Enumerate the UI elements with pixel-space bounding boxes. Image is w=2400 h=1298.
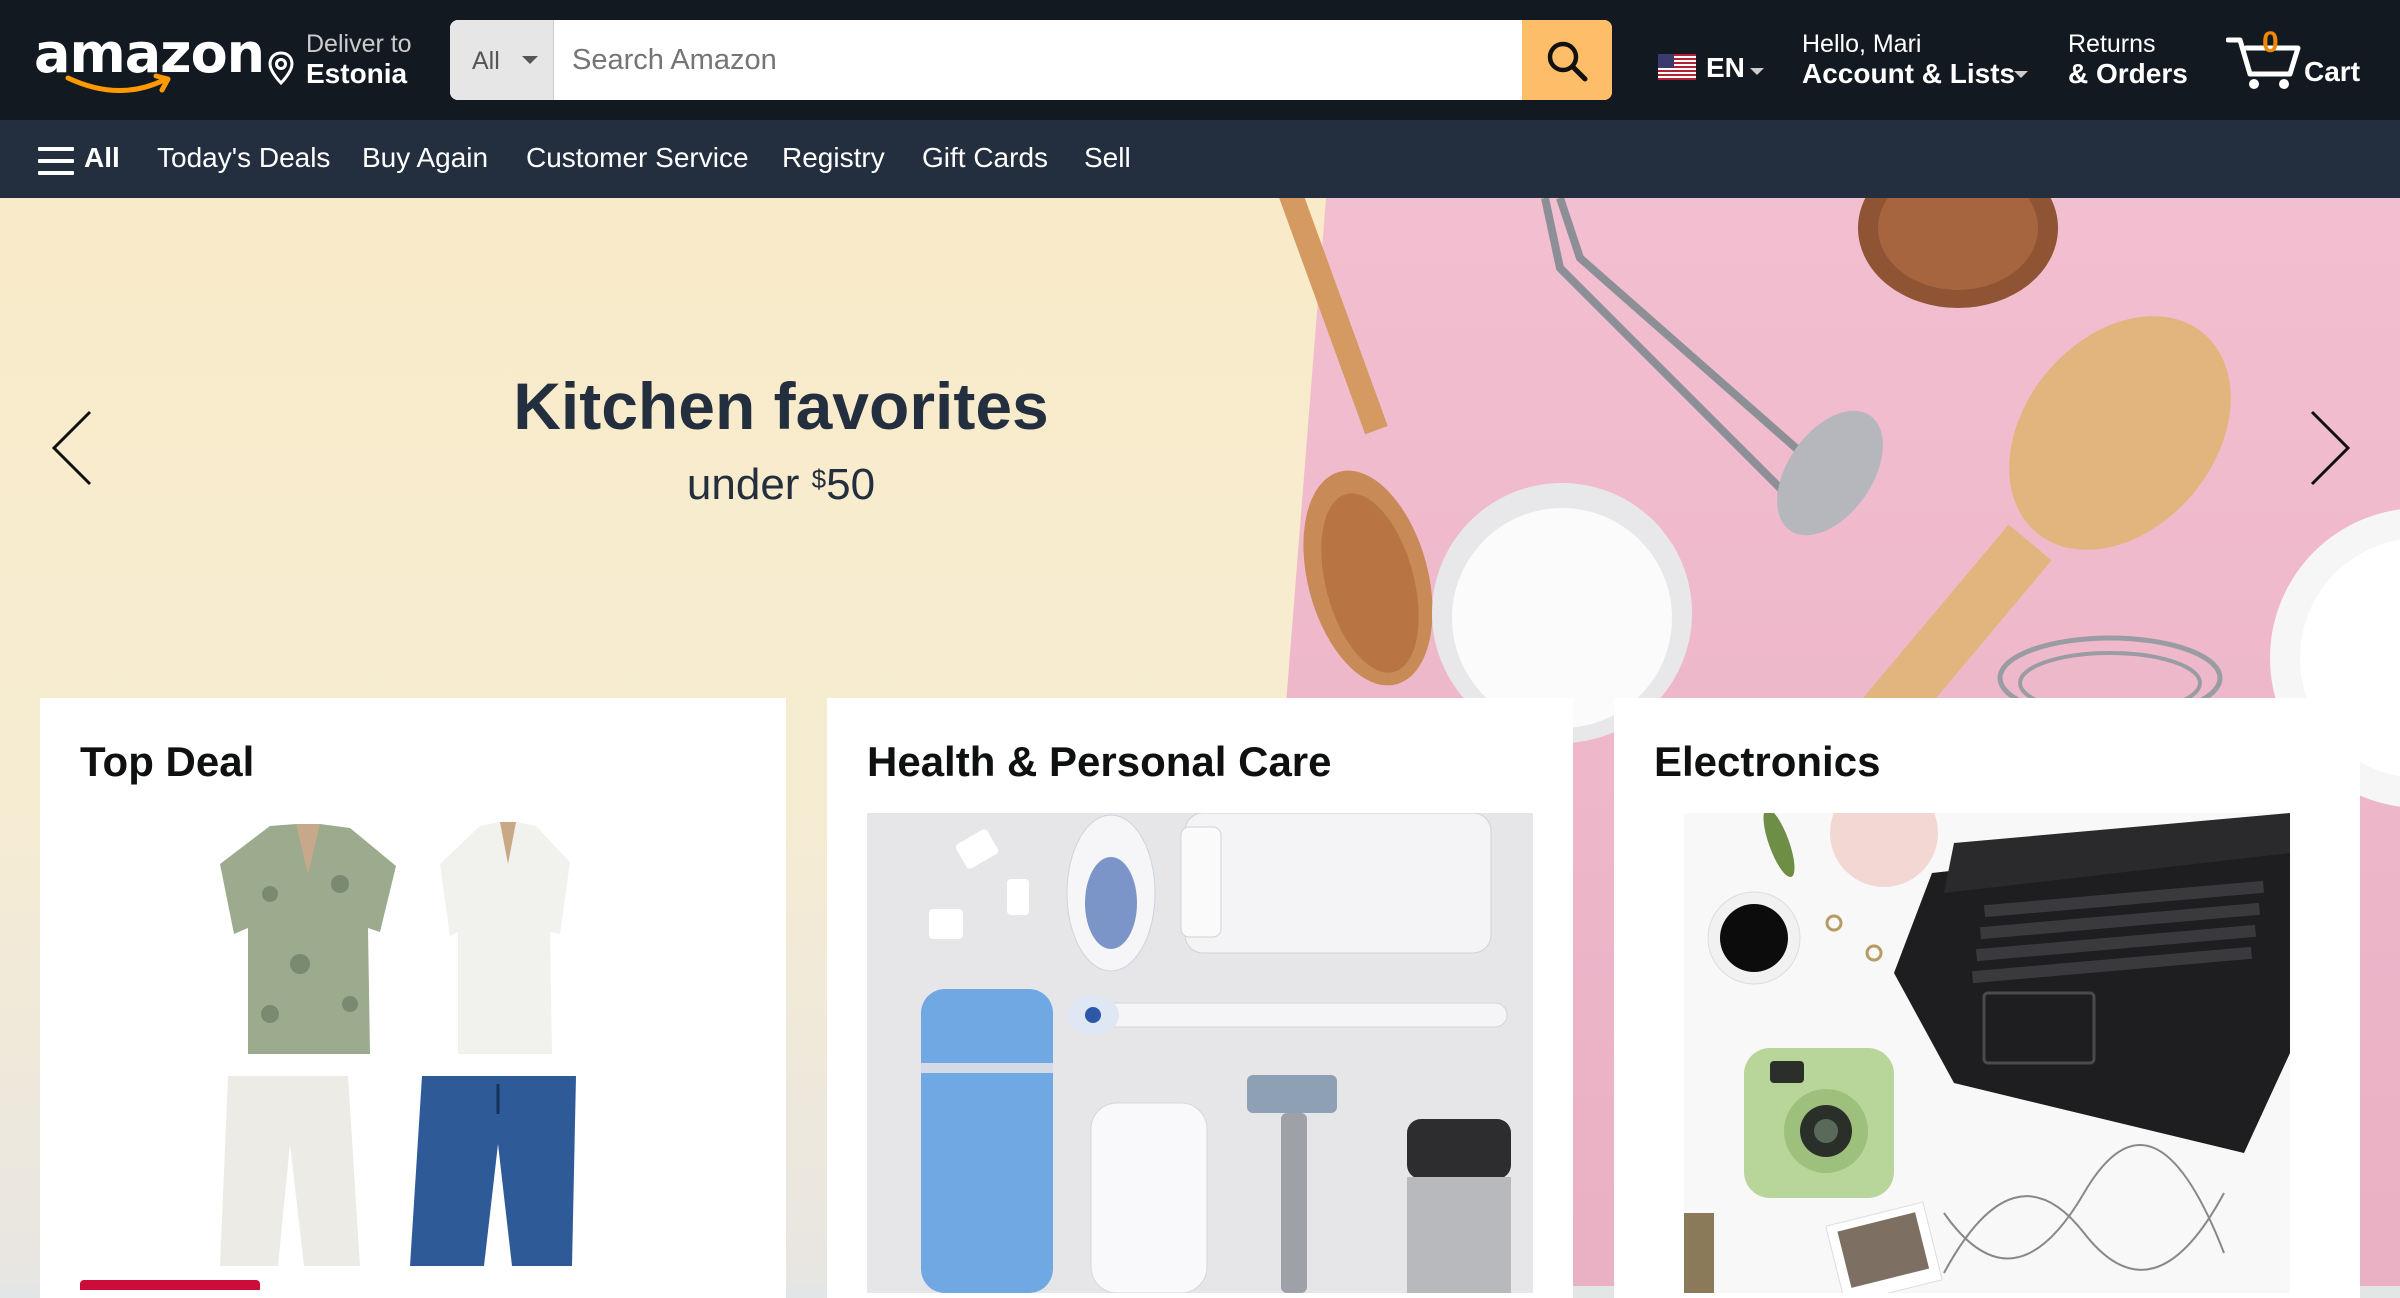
hero-currency: $ (811, 464, 827, 494)
language-code: EN (1706, 52, 1745, 83)
deliver-country: Estonia (306, 58, 408, 89)
cart-count: 0 (2262, 26, 2279, 59)
hero-subtitle: under $50 (0, 460, 1562, 510)
secondary-nav: All Today's Deals Buy Again Customer Ser… (0, 120, 2400, 198)
hero-amount: 50 (826, 460, 876, 509)
amazon-logo[interactable]: amazon (34, 22, 265, 102)
nav-link-buy-again[interactable]: Buy Again (362, 142, 488, 174)
search-bar: All (450, 20, 1612, 100)
nav-link-gift-cards[interactable]: Gift Cards (922, 142, 1048, 174)
location-pin-icon (268, 51, 294, 86)
returns-label: Returns (2068, 30, 2156, 58)
all-menu-label: All (84, 142, 120, 173)
account-greeting: Hello, Mari (1802, 30, 1922, 58)
nav-link-sell[interactable]: Sell (1084, 142, 1131, 174)
deal-badge (80, 1280, 260, 1290)
caret-down-icon (1750, 68, 1764, 75)
deliver-label: Deliver to (306, 30, 412, 58)
search-input[interactable] (554, 20, 1472, 100)
card-title[interactable]: Health & Personal Care (867, 738, 1332, 786)
top-nav: amazon Deliver to Estonia All Search Ama… (0, 0, 2400, 120)
carousel-next-arrow-icon[interactable] (2296, 408, 2356, 488)
search-icon (1547, 41, 1588, 82)
hamburger-menu-icon (38, 147, 74, 175)
cart-button[interactable]: 0 Cart (2226, 26, 2376, 96)
us-flag-icon (1658, 54, 1696, 80)
nav-link-todays-deals[interactable]: Today's Deals (157, 142, 330, 174)
smile-arrow-icon (65, 73, 171, 93)
top-deal-product-image[interactable] (200, 814, 600, 1274)
card-title[interactable]: Top Deal (80, 738, 254, 786)
account-lists-label: Account & Lists (1802, 58, 2016, 89)
search-category-label: All (472, 47, 500, 75)
hero-subtitle-prefix: under (686, 460, 812, 509)
caret-down-icon (522, 56, 538, 64)
electronics-product-image[interactable] (1684, 813, 2290, 1293)
card-top-deal: Top Deal (40, 698, 786, 1298)
cart-label: Cart (2304, 56, 2361, 87)
caret-down-icon (2014, 71, 2028, 78)
card-health-personal-care: Health & Personal Care (827, 698, 1573, 1298)
orders-label: & Orders (2068, 58, 2188, 89)
search-category-select[interactable]: All (450, 20, 554, 100)
search-button[interactable] (1522, 20, 1612, 100)
health-care-product-image[interactable] (867, 813, 1533, 1293)
nav-link-registry[interactable]: Registry (782, 142, 885, 174)
card-title[interactable]: Electronics (1654, 738, 1880, 786)
carousel-prev-arrow-icon[interactable] (46, 408, 106, 488)
card-electronics: Electronics (1614, 698, 2360, 1298)
hero-title: Kitchen favorites (513, 369, 1049, 443)
nav-link-customer-service[interactable]: Customer Service (526, 142, 749, 174)
